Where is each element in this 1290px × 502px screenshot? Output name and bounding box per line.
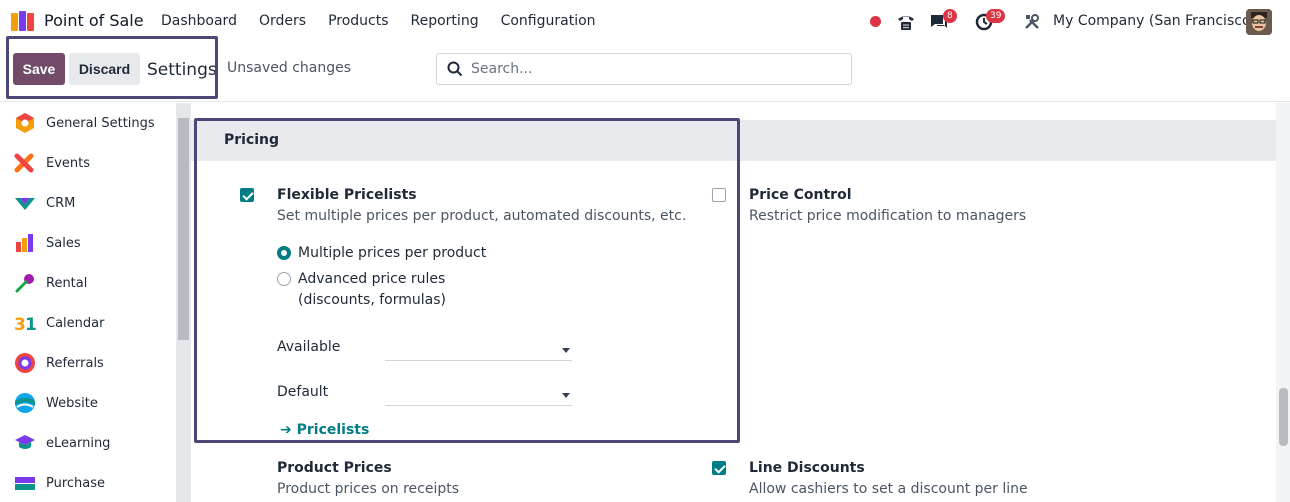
- sidebar-item-website[interactable]: Website: [0, 383, 176, 423]
- unsaved-status: Unsaved changes: [227, 60, 352, 76]
- product-prices-desc: Product prices on receipts: [277, 481, 460, 497]
- sidebar-item-elearning[interactable]: eLearning: [0, 423, 176, 463]
- phone-icon[interactable]: [896, 12, 916, 32]
- sidebar-item-label: CRM: [46, 195, 76, 211]
- sidebar-item-label: Calendar: [46, 315, 105, 331]
- sidebar-item-label: General Settings: [46, 115, 155, 131]
- sidebar-item-calendar[interactable]: 3 1 Calendar: [0, 303, 176, 343]
- app-name[interactable]: Point of Sale: [44, 11, 144, 30]
- sidebar-item-label: Sales: [46, 235, 81, 251]
- line-discounts-checkbox[interactable]: [712, 461, 726, 475]
- line-discounts-title: Line Discounts: [749, 460, 865, 476]
- events-icon: [14, 153, 34, 173]
- svg-text:1: 1: [25, 315, 36, 334]
- sidebar-item-crm[interactable]: CRM: [0, 183, 176, 223]
- referrals-icon: [15, 353, 35, 373]
- sidebar-item-label: eLearning: [46, 435, 111, 451]
- company-switcher[interactable]: My Company (San Francisco): [1053, 13, 1256, 29]
- control-highlight-frame: [6, 36, 218, 99]
- sidebar-item-referrals[interactable]: Referrals: [0, 343, 176, 383]
- sales-icon: [16, 234, 33, 252]
- messages-badge: 8: [943, 9, 957, 23]
- menu-orders[interactable]: Orders: [259, 13, 306, 29]
- product-prices-title: Product Prices: [277, 460, 392, 476]
- sidebar-item-label: Referrals: [46, 355, 104, 371]
- recording-status-icon[interactable]: [870, 16, 881, 27]
- price-control-title: Price Control: [749, 187, 852, 203]
- crm-icon: [15, 198, 35, 210]
- sidebar-item-rental[interactable]: Rental: [0, 263, 176, 303]
- website-icon: [15, 393, 35, 413]
- activities-badge: 39: [986, 9, 1006, 23]
- sidebar-item-label: Events: [46, 155, 91, 171]
- main-menu: Dashboard Orders Products Reporting Conf…: [161, 13, 618, 29]
- rental-key-icon: [15, 274, 34, 293]
- sidebar-item-sales[interactable]: Sales: [0, 223, 176, 263]
- sidebar-item-events[interactable]: Events: [0, 143, 176, 183]
- avatar-face-icon: [1246, 9, 1272, 35]
- elearning-icon: [15, 435, 35, 449]
- calendar-icon: 3 1: [14, 315, 36, 334]
- menu-products[interactable]: Products: [328, 13, 388, 29]
- menu-configuration[interactable]: Configuration: [501, 13, 596, 29]
- search-input[interactable]: [471, 61, 831, 77]
- sidebar-item-label: Website: [46, 395, 98, 411]
- debug-tools-icon[interactable]: [1023, 13, 1041, 31]
- sidebar-scroll-thumb[interactable]: [178, 118, 189, 340]
- menu-dashboard[interactable]: Dashboard: [161, 13, 237, 29]
- sidebar-item-purchase[interactable]: Purchase: [0, 463, 176, 502]
- settings-sidebar: General Settings Events CRM Sales Rental: [0, 103, 176, 502]
- menu-reporting[interactable]: Reporting: [411, 13, 479, 29]
- sidebar-item-label: Rental: [46, 275, 88, 291]
- price-control-desc: Restrict price modification to managers: [749, 208, 1027, 224]
- sidebar-item-general-settings[interactable]: General Settings: [0, 103, 176, 143]
- main-scroll-thumb[interactable]: [1279, 388, 1288, 446]
- line-discounts-desc: Allow cashiers to set a discount per lin…: [749, 481, 1028, 497]
- pricing-highlight-frame: [194, 118, 740, 443]
- user-avatar[interactable]: [1246, 9, 1272, 35]
- purchase-icon: [15, 477, 35, 490]
- search-icon: [447, 61, 463, 77]
- sidebar-item-label: Purchase: [46, 475, 106, 491]
- general-settings-icon: [16, 113, 34, 133]
- point-of-sale-logo-icon[interactable]: [11, 11, 35, 31]
- search-box[interactable]: [436, 53, 852, 85]
